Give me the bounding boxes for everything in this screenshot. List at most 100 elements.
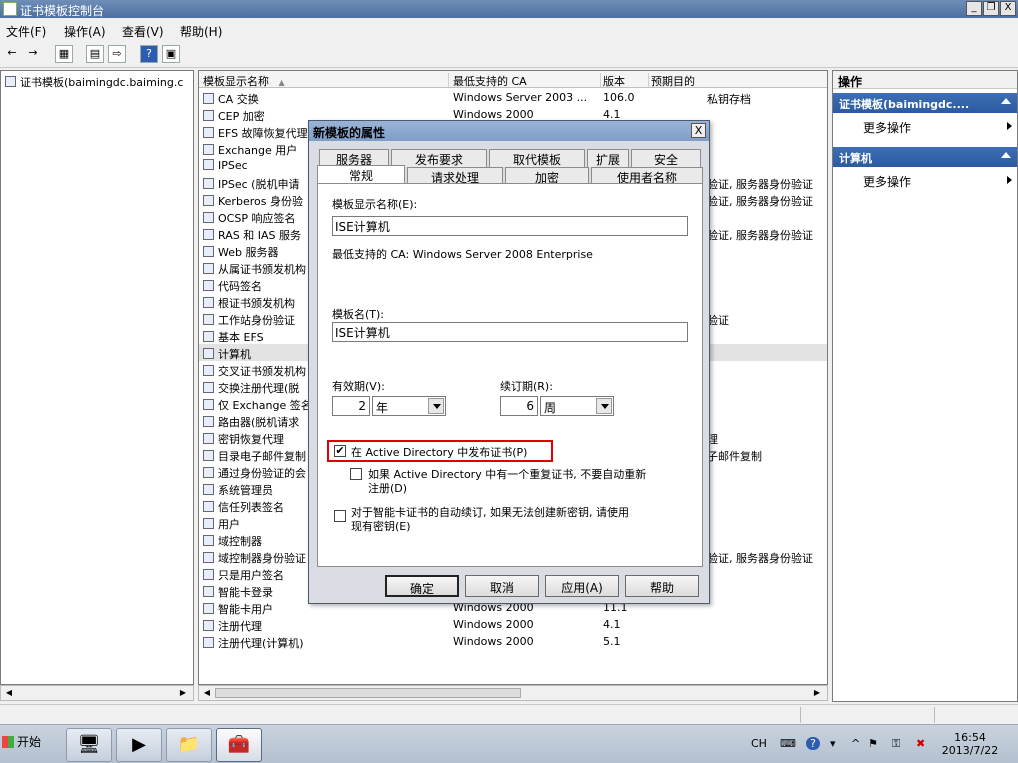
min-ca-text: 最低支持的 CA: Windows Server 2008 Enterprise [332, 248, 593, 261]
template-icon [203, 246, 214, 257]
no-auto-reenroll-checkbox[interactable] [350, 468, 362, 480]
template-icon [203, 603, 214, 614]
export-list-icon[interactable]: ⇨ [108, 45, 126, 63]
column-header-min-ca[interactable]: 最低支持的 CA [453, 73, 601, 88]
template-icon [203, 263, 214, 274]
row-purpose: 验证, 服务器身份验证 [707, 550, 827, 566]
more-actions-computer[interactable]: 更多操作 [863, 173, 1012, 190]
window-title: 证书模板控制台 [20, 4, 105, 18]
renewal-period-input[interactable]: 6 [500, 396, 538, 416]
language-indicator[interactable]: CH [751, 737, 767, 750]
scroll-right-icon[interactable]: ▶ [177, 687, 189, 699]
action-center-flag-icon[interactable]: ⚑ [868, 737, 878, 750]
table-row[interactable]: CA 交换 Windows Server 2003 ... 106.0 私钥存档 [199, 89, 827, 106]
tab-superseded[interactable]: 取代模板 [489, 149, 585, 167]
template-icon [203, 348, 214, 359]
cell-text: 基本 EFS [218, 331, 264, 344]
renewal-unit-select[interactable]: 周 [540, 396, 614, 416]
row-purpose: 验证 [707, 312, 827, 328]
mmc-console-icon[interactable]: 🧰 [216, 728, 262, 762]
restore-button[interactable]: ❐ [983, 1, 999, 16]
start-button[interactable]: 开始 [2, 733, 41, 750]
table-row[interactable]: 注册代理(计算机) Windows 2000 5.1 [199, 633, 827, 650]
menu-help[interactable]: 帮助(H) [180, 23, 222, 40]
template-icon [203, 552, 214, 563]
more-actions-templates[interactable]: 更多操作 [863, 119, 1012, 136]
back-arrow-icon[interactable]: ← [3, 45, 21, 63]
table-row[interactable]: 注册代理 Windows 2000 4.1 [199, 616, 827, 633]
submenu-arrow-icon [1007, 122, 1012, 130]
row-purpose: 理 [707, 431, 827, 447]
tree-node-root[interactable]: 证书模板(baimingdc.baiming.c [5, 74, 183, 90]
actions-group-templates[interactable]: 证书模板(baimingdc.... [833, 93, 1017, 113]
template-name-input[interactable]: ISE计算机 [332, 322, 688, 342]
cell-text: 从属证书颁发机构 [218, 263, 306, 276]
apply-button[interactable]: 应用(A) [545, 575, 619, 597]
template-icon [203, 399, 214, 410]
console-tree-icon[interactable]: ▦ [55, 45, 73, 63]
row-purpose: 验证, 服务器身份验证 [707, 193, 827, 209]
column-header-version[interactable]: 版本 [603, 73, 649, 88]
tab-general[interactable]: 常规 [317, 165, 405, 185]
scroll-left-icon[interactable]: ◀ [3, 687, 15, 699]
powershell-icon[interactable]: ▶ [116, 728, 162, 762]
row-purpose: 子邮件复制 [707, 448, 827, 464]
keyboard-icon[interactable]: ⌨ [780, 737, 796, 750]
menu-file[interactable]: 文件(F) [6, 23, 46, 40]
tab-extensions[interactable]: 扩展 [587, 149, 629, 167]
cell-text: 验证, 服务器身份验证 [707, 195, 813, 208]
scroll-left-icon[interactable]: ◀ [201, 687, 213, 699]
network-icon[interactable]: ⚿ [892, 737, 900, 751]
display-name-input[interactable]: ISE计算机 [332, 216, 688, 236]
scroll-thumb[interactable] [215, 688, 521, 698]
collapse-up-icon[interactable] [1001, 98, 1011, 104]
close-button[interactable]: X [1000, 1, 1016, 16]
actions-group-computer[interactable]: 计算机 [833, 147, 1017, 167]
row-version: 5.1 [603, 635, 649, 648]
chevron-down-icon[interactable] [596, 398, 612, 414]
cell-text: 代码签名 [218, 280, 262, 293]
options-icon[interactable]: ▾ [830, 737, 836, 750]
help-icon[interactable]: ? [140, 45, 158, 63]
template-icon [203, 178, 214, 189]
column-header-name[interactable]: 模板显示名称 ▲ [203, 73, 449, 88]
cell-text: 注册代理(计算机) [218, 637, 304, 650]
dialog-close-button[interactable]: X [691, 123, 706, 138]
cancel-button[interactable]: 取消 [465, 575, 539, 597]
left-horizontal-scrollbar[interactable]: ◀ ▶ [0, 685, 194, 701]
tab-security[interactable]: 安全 [631, 149, 701, 167]
help-button[interactable]: 帮助 [625, 575, 699, 597]
template-icon [203, 484, 214, 495]
tab-issuance[interactable]: 发布要求 [391, 149, 487, 167]
chevron-down-icon[interactable] [428, 398, 444, 414]
template-icon [203, 331, 214, 342]
validity-period-input[interactable]: 2 [332, 396, 370, 416]
ok-button[interactable]: 确定 [385, 575, 459, 597]
center-horizontal-scrollbar[interactable]: ◀ ▶ [198, 685, 828, 701]
use-existing-key-checkbox[interactable] [334, 510, 346, 522]
minimize-button[interactable]: _ [966, 1, 982, 16]
scroll-right-icon[interactable]: ▶ [811, 687, 823, 699]
publish-ad-checkbox[interactable]: ✔ [334, 445, 346, 457]
action-pane-icon[interactable]: ▣ [162, 45, 180, 63]
server-manager-icon[interactable]: 🖥 [66, 728, 112, 762]
volume-muted-icon[interactable]: ✖ [916, 737, 925, 750]
menu-action[interactable]: 操作(A) [64, 23, 106, 40]
template-name-label: 模板名(T): [332, 308, 385, 321]
cell-text: Windows 2000 [453, 635, 534, 648]
explorer-folder-icon[interactable]: 📁 [166, 728, 212, 762]
system-clock[interactable]: 16:54 2013/7/22 [940, 731, 1000, 757]
properties-icon[interactable]: ▤ [86, 45, 104, 63]
help-tray-icon[interactable]: ? [806, 737, 820, 750]
template-icon [203, 280, 214, 291]
show-hidden-icons[interactable]: ^ [851, 737, 860, 750]
certificate-templates-icon [5, 76, 16, 87]
collapse-up-icon[interactable] [1001, 152, 1011, 158]
actions-header: 操作 [833, 71, 1017, 89]
forward-arrow-icon[interactable]: → [24, 45, 42, 63]
menu-view[interactable]: 查看(V) [122, 23, 164, 40]
validity-unit-select[interactable]: 年 [372, 396, 446, 416]
cell-text: Kerberos 身份验 [218, 195, 303, 208]
cell-text: 验证, 服务器身份验证 [707, 229, 813, 242]
column-header-purpose[interactable]: 预期目的 [651, 73, 827, 88]
